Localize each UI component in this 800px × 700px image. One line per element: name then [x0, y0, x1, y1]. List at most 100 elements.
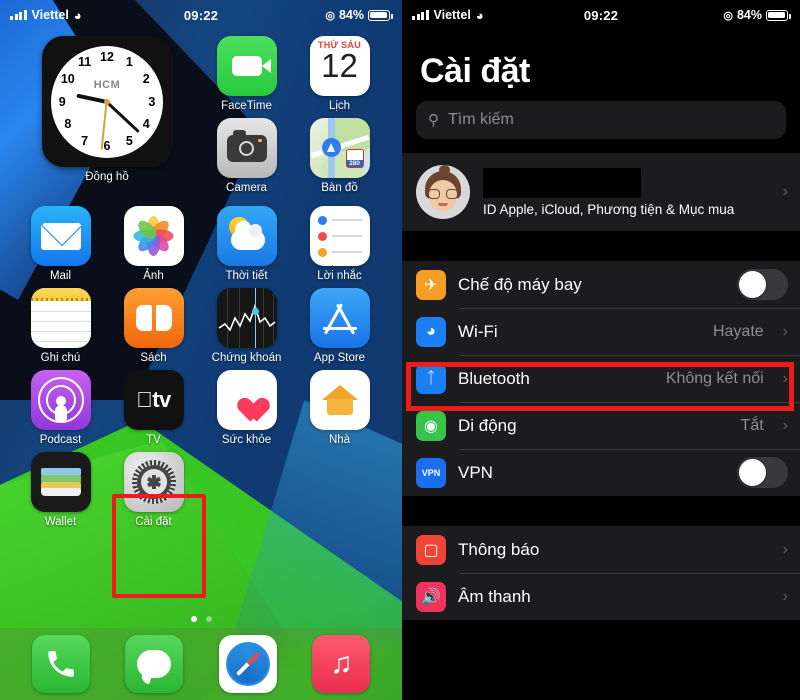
podcasts-icon[interactable] — [30, 370, 91, 430]
wallet-icon[interactable] — [30, 452, 91, 512]
chevron-right-icon: › — [782, 540, 788, 558]
clock-face: HCM 12 1 2 3 4 5 6 7 8 9 10 11 — [51, 45, 163, 158]
connectivity-group: ✈ Chế độ máy bay ◕ Wi-Fi Hayate › ᛏ Blue… — [402, 261, 800, 496]
appletv-icon[interactable]: tv — [123, 370, 184, 430]
app-maps[interactable]: 280 Bàn đồ — [293, 118, 386, 194]
music-icon[interactable]: ♫ — [312, 635, 371, 693]
app-camera[interactable]: Camera — [200, 118, 293, 194]
app-books[interactable]: Sách — [107, 288, 200, 364]
app-calendar[interactable]: THỨ SÁU 12 Lịch — [293, 36, 386, 112]
settings-row-vpn[interactable]: VPN VPN — [402, 449, 800, 496]
maps-icon[interactable]: 280 — [309, 118, 370, 178]
app-home[interactable]: Nhà — [293, 370, 386, 446]
chevron-right-icon: › — [782, 322, 788, 340]
app-label-health: Sức khỏe — [221, 434, 272, 446]
status-bar-settings: Viettel ◕ 09:22 ◎ 84% — [402, 0, 800, 30]
cellular-icon: ◉ — [416, 410, 446, 441]
app-photos[interactable]: Ảnh — [107, 206, 200, 282]
mail-icon[interactable] — [30, 206, 91, 266]
app-stocks[interactable]: Chứng khoán — [200, 288, 293, 364]
app-label-home: Nhà — [328, 434, 351, 446]
clock-num-5: 5 — [125, 133, 133, 148]
memoji-avatar[interactable] — [416, 165, 470, 219]
app-wallet[interactable]: Wallet — [14, 452, 107, 528]
books-icon[interactable] — [123, 288, 184, 348]
stocks-icon[interactable] — [216, 288, 277, 348]
sound-icon: 🔊 — [416, 581, 446, 612]
apple-id-subtitle: ID Apple, iCloud, Phương tiện & Mục mua — [483, 201, 735, 217]
clock-widget-cell[interactable]: HCM 12 1 2 3 4 5 6 7 8 9 10 11 Đồng hồ — [14, 36, 200, 200]
row-label: Âm thanh — [458, 586, 531, 606]
safari-icon[interactable] — [218, 635, 277, 693]
location-services-icon: ◎ — [723, 9, 733, 22]
clock-num-9: 9 — [58, 94, 66, 109]
screenshot-root: Viettel ◕ 09:22 ◎ 84% HCM 12 1 2 3 4 5 6… — [0, 0, 800, 700]
grid-row-2: Mail Ảnh Thời tiết Lời nhắc — [14, 206, 388, 282]
iphone-home-screen: Viettel ◕ 09:22 ◎ 84% HCM 12 1 2 3 4 5 6… — [0, 0, 402, 700]
app-label-podcasts: Podcast — [39, 434, 82, 446]
settings-row-wifi[interactable]: ◕ Wi-Fi Hayate › — [402, 308, 800, 355]
search-icon: ⚲ — [428, 112, 439, 129]
clock-hour-hand — [76, 93, 108, 104]
wifi-icon: ◕ — [416, 316, 446, 347]
app-facetime[interactable]: FaceTime — [200, 36, 293, 112]
clock-num-2: 2 — [142, 72, 150, 87]
reminders-icon[interactable] — [309, 206, 370, 266]
page-dot-1[interactable] — [190, 616, 197, 622]
chevron-right-icon: › — [782, 416, 788, 434]
grid-row-3: Ghi chú Sách Chứng khoán App Store — [14, 288, 388, 364]
page-dot-2[interactable] — [205, 616, 212, 622]
app-label-weather: Thời tiết — [225, 270, 268, 282]
app-label-books: Sách — [140, 352, 167, 364]
chevron-right-icon: › — [782, 587, 788, 605]
apple-id-row[interactable]: ID Apple, iCloud, Phương tiện & Mục mua … — [402, 153, 800, 231]
search-placeholder: Tìm kiếm — [448, 111, 514, 128]
app-label-notes: Ghi chú — [40, 352, 81, 364]
search-field[interactable]: ⚲ Tìm kiếm — [416, 101, 786, 139]
airplane-mode-toggle[interactable] — [737, 269, 788, 300]
camera-icon[interactable] — [216, 118, 277, 178]
settings-row-notifications[interactable]: ▢ Thông báo › — [402, 526, 800, 573]
location-services-icon: ◎ — [325, 9, 335, 22]
vpn-toggle[interactable] — [737, 457, 788, 488]
clock-minute-hand — [105, 100, 141, 133]
page-indicator[interactable] — [0, 616, 402, 622]
app-label-wallet: Wallet — [44, 516, 77, 528]
app-health[interactable]: Sức khỏe — [200, 370, 293, 446]
appstore-icon[interactable] — [309, 288, 370, 348]
home-icon[interactable] — [309, 370, 370, 430]
app-reminders[interactable]: Lời nhắc — [293, 206, 386, 282]
app-appletv[interactable]: tv TV — [107, 370, 200, 446]
settings-row-cellular[interactable]: ◉ Di động Tắt › — [402, 402, 800, 449]
calendar-icon[interactable]: THỨ SÁU 12 — [309, 36, 370, 96]
row-label: Chế độ máy bay — [458, 274, 582, 294]
photos-icon[interactable] — [123, 206, 184, 266]
apple-id-text: ID Apple, iCloud, Phương tiện & Mục mua — [483, 167, 763, 217]
app-weather[interactable]: Thời tiết — [200, 206, 293, 282]
app-appstore[interactable]: App Store — [293, 288, 386, 364]
clock-city-label: HCM — [93, 79, 121, 92]
clock-num-11: 11 — [77, 55, 92, 70]
app-notes[interactable]: Ghi chú — [14, 288, 107, 364]
settings-row-bluetooth[interactable]: ᛏ Bluetooth Không kết nối › — [402, 355, 800, 402]
weather-icon[interactable] — [216, 206, 277, 266]
messages-icon[interactable] — [125, 635, 184, 693]
settings-row-airplane-mode[interactable]: ✈ Chế độ máy bay — [402, 261, 800, 308]
app-grid: HCM 12 1 2 3 4 5 6 7 8 9 10 11 Đồng hồ F… — [0, 30, 402, 528]
cellular-status-value: Tắt — [740, 416, 764, 434]
bluetooth-status-value: Không kết nối — [665, 369, 764, 387]
app-label-appstore: App Store — [313, 352, 366, 364]
app-mail[interactable]: Mail — [14, 206, 107, 282]
settings-row-sounds[interactable]: 🔊 Âm thanh › — [402, 573, 800, 620]
phone-icon[interactable] — [31, 635, 90, 693]
apple-id-group: ID Apple, iCloud, Phương tiện & Mục mua … — [402, 153, 800, 231]
app-label-photos: Ảnh — [143, 270, 164, 282]
health-icon[interactable] — [216, 370, 277, 430]
facetime-icon[interactable] — [216, 36, 277, 96]
grid-row-widget: HCM 12 1 2 3 4 5 6 7 8 9 10 11 Đồng hồ F… — [14, 36, 388, 200]
app-podcasts[interactable]: Podcast — [14, 370, 107, 446]
clock-num-8: 8 — [64, 116, 72, 131]
section-gap-2 — [402, 496, 800, 526]
clock-widget[interactable]: HCM 12 1 2 3 4 5 6 7 8 9 10 11 — [41, 36, 173, 167]
notes-icon[interactable] — [30, 288, 91, 348]
